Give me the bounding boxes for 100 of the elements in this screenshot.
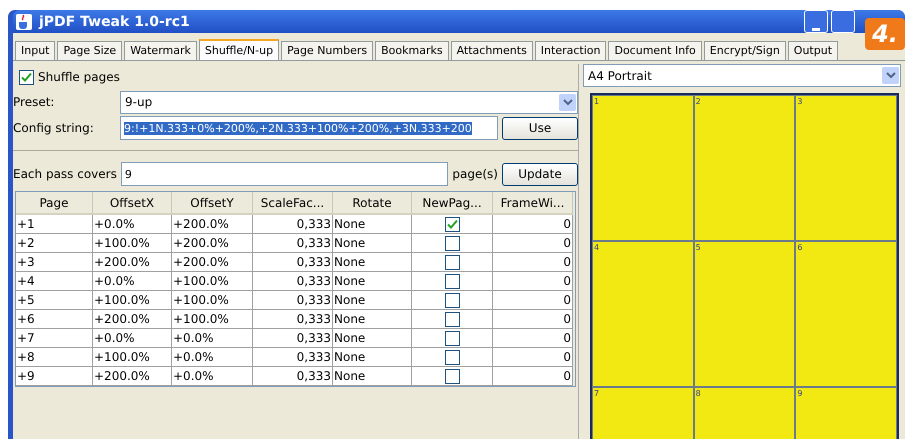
tab[interactable]: Encrypt/Sign xyxy=(704,41,786,60)
table-cell: 0,333 xyxy=(253,272,333,291)
field-label: Preset: xyxy=(13,95,56,109)
table-cell: +5 xyxy=(16,291,93,310)
table-cell: +0.0% xyxy=(172,367,253,386)
table-cell: 0,333 xyxy=(253,310,333,329)
table-cell: None xyxy=(333,367,412,386)
table-cell: +200.0% xyxy=(172,215,253,234)
table-cell: 0 xyxy=(493,348,573,367)
table-cell: None xyxy=(333,310,412,329)
table-cell: 0,333 xyxy=(253,329,333,348)
checkbox[interactable] xyxy=(444,368,460,384)
checkbox[interactable] xyxy=(444,216,460,232)
tab[interactable]: Input xyxy=(15,41,56,60)
minimize-icon xyxy=(812,26,820,32)
table-cell: 0 xyxy=(493,253,573,272)
table-cell: +0.0% xyxy=(172,329,253,348)
page-number: 6 xyxy=(797,243,802,252)
table-cell: 0,333 xyxy=(253,348,333,367)
maximize-button[interactable] xyxy=(831,10,855,33)
table-cell: +3 xyxy=(16,253,93,272)
java-cup-icon xyxy=(15,12,33,30)
window-title: jPDF Tweak 1.0-rc1 xyxy=(39,14,190,30)
checkbox[interactable] xyxy=(444,236,460,250)
config-string-field[interactable]: 9:!+1N.333+0%+200%,+2N.333+100%+200%,+3N.333+200 xyxy=(120,116,498,140)
page-number: 1 xyxy=(594,97,600,106)
table-cell: +100.0% xyxy=(172,272,253,291)
column-header[interactable]: NewPag... xyxy=(412,192,493,215)
table-cell: 0 xyxy=(493,329,573,348)
table-cell: None xyxy=(333,272,412,291)
table-cell: None xyxy=(333,215,412,234)
tab[interactable]: Shuffle/N-up xyxy=(198,39,280,60)
tab[interactable]: Page Size xyxy=(57,41,122,60)
table-cell: 0 xyxy=(493,215,573,234)
preset-dropdown[interactable]: 9-up xyxy=(120,90,578,114)
tab[interactable]: Interaction xyxy=(534,41,606,60)
checkbox[interactable] xyxy=(444,274,460,288)
tab[interactable]: Document Info xyxy=(608,41,702,60)
column-header[interactable]: ScaleFac... xyxy=(253,192,333,215)
table-cell: 0 xyxy=(493,291,573,310)
table-cell: +200.0% xyxy=(93,310,172,329)
table-cell: +200.0% xyxy=(172,253,253,272)
table-cell: +0.0% xyxy=(172,348,253,367)
checkbox-label: Shuffle pages xyxy=(38,70,120,84)
table-cell: 0 xyxy=(493,272,573,291)
pages-per-pass-field[interactable]: 9 xyxy=(120,162,448,186)
table-cell: 0,333 xyxy=(253,367,333,386)
table-cell: 0,333 xyxy=(253,253,333,272)
table-cell: None xyxy=(333,348,412,367)
checkbox[interactable] xyxy=(444,254,460,270)
checkbox[interactable] xyxy=(444,292,460,308)
checkbox[interactable] xyxy=(19,70,34,84)
update-button[interactable]: Update xyxy=(502,162,578,186)
tab[interactable]: Attachments xyxy=(450,41,533,60)
table-cell: +9 xyxy=(16,367,93,386)
checkbox[interactable] xyxy=(444,330,460,346)
page-number: 4 xyxy=(594,243,600,252)
checkbox[interactable] xyxy=(444,312,460,326)
table-cell: +7 xyxy=(16,329,93,348)
page-number: 8 xyxy=(696,389,701,398)
tab[interactable]: Output xyxy=(788,41,838,60)
page-number: 5 xyxy=(696,243,701,252)
table-cell: +200.0% xyxy=(172,234,253,253)
table-cell: None xyxy=(333,329,412,348)
column-header[interactable]: OffsetY xyxy=(172,192,253,215)
page-number: 2 xyxy=(696,97,701,106)
tab[interactable]: Watermark xyxy=(124,41,197,60)
table-cell: +100.0% xyxy=(172,310,253,329)
table-cell: +6 xyxy=(16,310,93,329)
use-button[interactable]: Use xyxy=(502,116,578,140)
tab[interactable]: Bookmarks xyxy=(375,41,449,60)
unit-label: page(s) xyxy=(452,167,498,181)
table-cell: 0,333 xyxy=(253,234,333,253)
table-cell: 0 xyxy=(493,234,573,253)
field-label: Config string: xyxy=(13,121,95,135)
column-header[interactable]: Page xyxy=(16,192,93,215)
table-cell: +2 xyxy=(16,234,93,253)
page-number: 3 xyxy=(797,97,802,106)
column-header[interactable]: FrameWi... xyxy=(493,192,573,215)
tab[interactable]: Page Numbers xyxy=(281,41,374,60)
table-cell: +200.0% xyxy=(93,253,172,272)
page-number: 9 xyxy=(797,389,802,398)
minimize-button[interactable] xyxy=(804,10,828,33)
table-cell: None xyxy=(333,234,412,253)
table-cell: None xyxy=(333,291,412,310)
field-label: Each pass covers xyxy=(13,167,117,181)
table-cell: +100.0% xyxy=(93,291,172,310)
page-size-dropdown[interactable]: A4 Portrait xyxy=(583,64,901,87)
table-cell: +100.0% xyxy=(93,348,172,367)
step-badge: 4. xyxy=(865,18,905,50)
column-header[interactable]: OffsetX xyxy=(93,192,172,215)
page-number: 7 xyxy=(594,389,600,398)
table-cell: +4 xyxy=(16,272,93,291)
table-cell: +1 xyxy=(16,215,93,234)
table-cell: +0.0% xyxy=(93,272,172,291)
column-header[interactable]: Rotate xyxy=(333,192,412,215)
table-cell: +8 xyxy=(16,348,93,367)
checkbox[interactable] xyxy=(444,350,460,364)
table-cell: +200.0% xyxy=(93,367,172,386)
table-cell: 0,333 xyxy=(253,291,333,310)
